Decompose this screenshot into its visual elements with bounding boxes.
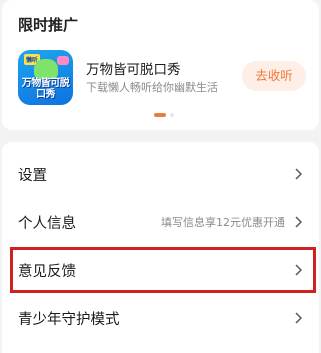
app-name[interactable]: 万物皆可脱口秀 <box>86 58 181 78</box>
menu-item-hint: 填写信息享12元优惠开通 <box>161 216 285 229</box>
menu-item-label: 意见反馈 <box>18 263 76 280</box>
promo-card: 限时推广 懒听 万物皆可脱口秀 万物皆可脱口秀 下载懒人畅听给你幽默生活 去收听 <box>2 0 319 130</box>
app-icon[interactable]: 懒听 万物皆可脱口秀 <box>18 50 73 105</box>
menu-item-label: 青少年守护模式 <box>18 311 120 328</box>
carousel-pager <box>154 113 174 117</box>
chevron-right-icon <box>293 168 303 180</box>
speech-bubble-icon <box>57 56 69 65</box>
pager-dot[interactable] <box>170 113 174 117</box>
menu-item-youth-mode[interactable]: 青少年守护模式 <box>2 292 319 344</box>
mascot-icon <box>34 59 58 79</box>
menu-card: 设置 个人信息 填写信息享12元优惠开通 意见反馈 青少年守护模式 <box>2 142 319 353</box>
menu-item-label: 个人信息 <box>18 215 76 232</box>
listen-button[interactable]: 去收听 <box>242 61 306 91</box>
menu-item-feedback[interactable]: 意见反馈 <box>2 244 319 296</box>
menu-item-settings[interactable]: 设置 <box>2 148 319 200</box>
chevron-right-icon <box>293 312 303 324</box>
menu-item-label: 设置 <box>18 167 47 184</box>
promo-title: 限时推广 <box>18 16 79 34</box>
chevron-right-icon <box>293 216 303 228</box>
menu-item-personal-info[interactable]: 个人信息 填写信息享12元优惠开通 <box>2 196 319 248</box>
app-icon-logo-text: 万物皆可脱口秀 <box>21 78 70 100</box>
pager-dot-active[interactable] <box>154 113 166 117</box>
app-description: 下载懒人畅听给你幽默生活 <box>86 81 218 94</box>
chevron-right-icon <box>293 264 303 276</box>
